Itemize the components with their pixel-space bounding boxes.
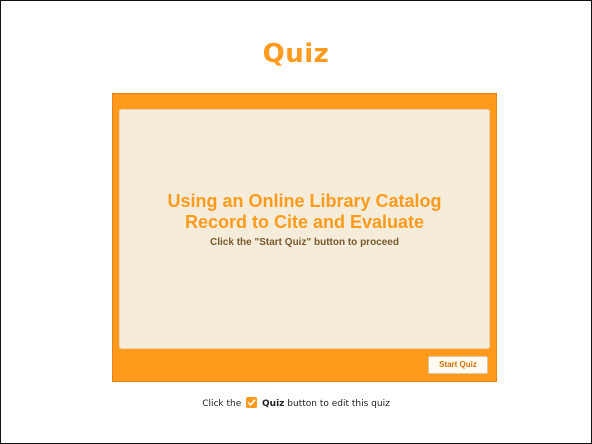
hint-prefix: Click the	[202, 399, 242, 409]
edit-quiz-hint: Click the Quiz button to edit this quiz	[1, 397, 591, 409]
quiz-heading-line-2: Record to Cite and Evaluate	[184, 212, 425, 232]
hint-quiz-button-name: Quiz	[262, 399, 285, 409]
quiz-content-panel: Using an Online Library Catalog Record t…	[119, 109, 490, 349]
slide-title: Quiz	[262, 39, 330, 69]
quiz-heading: Using an Online Library Catalog Record t…	[119, 191, 490, 233]
quiz-heading-line-1: Using an Online Library Catalog	[167, 191, 442, 211]
hint-suffix: button to edit this quiz	[287, 399, 390, 409]
quiz-player-frame: Using an Online Library Catalog Record t…	[112, 93, 497, 382]
quiz-checkmark-icon	[246, 397, 258, 408]
quiz-instruction: Click the "Start Quiz" button to proceed	[210, 237, 399, 248]
slide-canvas: Quiz Using an Online Library Catalog Rec…	[0, 0, 592, 444]
start-quiz-button[interactable]: Start Quiz	[428, 356, 488, 374]
